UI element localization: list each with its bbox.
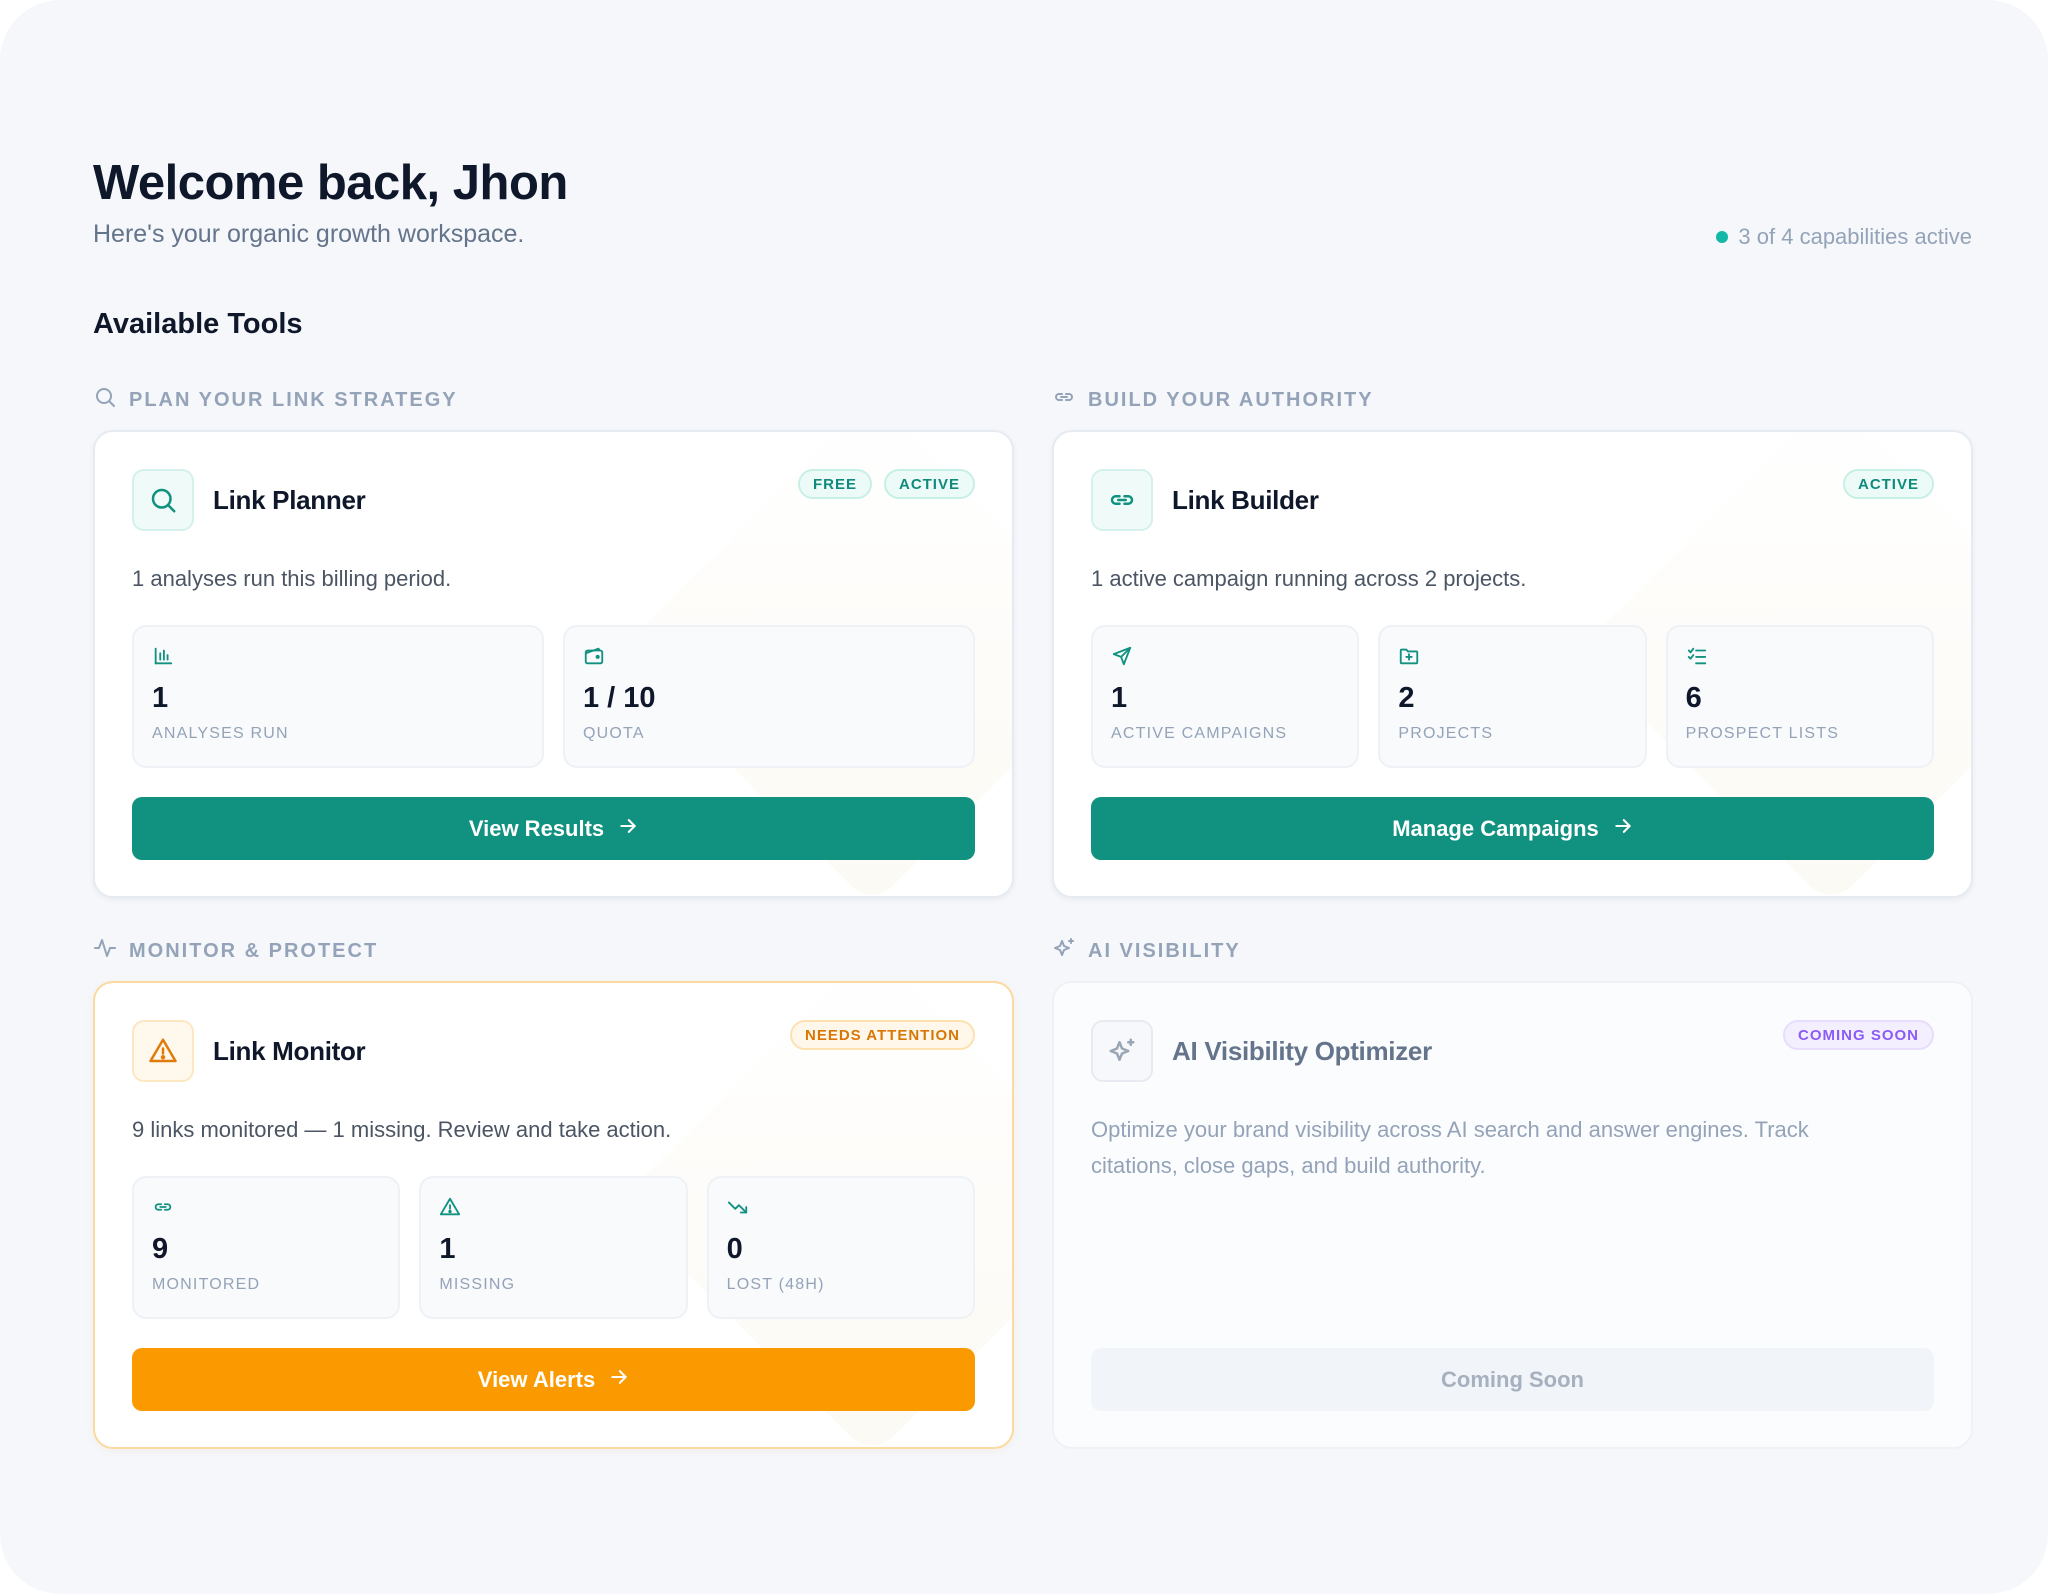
- group-label-monitor: MONITOR & PROTECT: [93, 936, 378, 966]
- list-checks-icon: [1686, 645, 1914, 672]
- page-subtitle: Here's your organic growth workspace.: [93, 220, 525, 248]
- stat-value: 1: [439, 1233, 456, 1265]
- stat-lost: 0 LOST (48H): [706, 1176, 975, 1319]
- link-icon: [1091, 469, 1153, 531]
- capabilities-text: 3 of 4 capabilities active: [1738, 224, 1972, 249]
- needs-attention-badge: NEEDS ATTENTION: [789, 1020, 975, 1050]
- stat-label: MONITORED: [152, 1276, 261, 1293]
- stat-value: 1: [1111, 682, 1128, 714]
- dashboard-page: Welcome back, Jhon Here's your organic g…: [0, 0, 2048, 1594]
- sparkles-icon: [1091, 1020, 1153, 1082]
- ai-visibility-card: AI Visibility Optimizer COMING SOON Opti…: [1052, 981, 1973, 1449]
- stat-missing: 1 MISSING: [419, 1176, 688, 1319]
- stat-label: PROJECTS: [1398, 725, 1494, 742]
- stat-value: 9: [152, 1233, 169, 1265]
- arrow-right-icon: [1613, 816, 1633, 842]
- view-results-button[interactable]: View Results: [132, 797, 975, 860]
- coming-soon-button: Coming Soon: [1091, 1348, 1934, 1411]
- card-title: AI Visibility Optimizer: [1172, 1035, 1432, 1066]
- stat-prospect-lists: 6 PROSPECT LISTS: [1665, 625, 1934, 768]
- stat-quota: 1 / 10 QUOTA: [563, 625, 975, 768]
- send-icon: [1111, 645, 1339, 672]
- page-header: Welcome back, Jhon Here's your organic g…: [93, 154, 1972, 264]
- link-builder-card: Link Builder ACTIVE 1 active campaign ru…: [1052, 430, 1973, 898]
- alert-triangle-icon: [439, 1196, 667, 1223]
- stat-value: 2: [1398, 682, 1415, 714]
- stat-label: MISSING: [439, 1276, 516, 1293]
- view-alerts-button[interactable]: View Alerts: [132, 1348, 975, 1411]
- folder-plus-icon: [1398, 645, 1626, 672]
- card-title: Link Planner: [213, 484, 366, 515]
- card-title: Link Monitor: [213, 1035, 366, 1066]
- stat-label: PROSPECT LISTS: [1685, 725, 1840, 742]
- link-monitor-card: Link Monitor NEEDS ATTENTION 9 links mon…: [93, 981, 1014, 1449]
- stat-value: 1: [152, 682, 169, 714]
- wallet-icon: [583, 645, 955, 672]
- arrow-right-icon: [609, 1367, 629, 1393]
- card-title: Link Builder: [1172, 484, 1319, 515]
- group-label-ai-visibility: AI VISIBILITY: [1052, 936, 1241, 966]
- section-title: Available Tools: [93, 308, 303, 340]
- sparkles-icon: [1052, 936, 1076, 966]
- active-badge: ACTIVE: [1842, 469, 1934, 499]
- link-planner-card: Link Planner FREE ACTIVE 1 analyses run …: [93, 430, 1014, 898]
- trending-down-icon: [727, 1196, 955, 1223]
- group-label-build: BUILD YOUR AUTHORITY: [1052, 385, 1374, 415]
- active-badge: ACTIVE: [883, 469, 975, 499]
- card-description: 1 active campaign running across 2 proje…: [1091, 566, 1527, 591]
- search-icon: [132, 469, 194, 531]
- stat-label: ACTIVE CAMPAIGNS: [1111, 725, 1288, 742]
- bar-chart-icon: [152, 645, 524, 672]
- card-description: Optimize your brand visibility across AI…: [1091, 1117, 1809, 1178]
- stat-label: ANALYSES RUN: [152, 725, 289, 742]
- stat-projects: 2 PROJECTS: [1378, 625, 1647, 768]
- card-description: 9 links monitored — 1 missing. Review an…: [132, 1117, 672, 1142]
- stat-monitored: 9 MONITORED: [132, 1176, 401, 1319]
- coming-soon-badge: COMING SOON: [1782, 1020, 1934, 1050]
- stat-analyses-run: 1 ANALYSES RUN: [132, 625, 544, 768]
- status-dot-icon: [1716, 231, 1729, 243]
- arrow-right-icon: [618, 816, 638, 842]
- alert-triangle-icon: [132, 1020, 194, 1082]
- search-icon: [93, 385, 117, 415]
- activity-icon: [93, 936, 117, 966]
- stat-label: LOST (48H): [726, 1276, 825, 1293]
- link-icon: [1052, 385, 1076, 415]
- stat-value: 1 / 10: [583, 682, 656, 714]
- capabilities-status: 3 of 4 capabilities active: [1716, 224, 1972, 250]
- card-description: 1 analyses run this billing period.: [132, 566, 452, 591]
- link-icon: [152, 1196, 380, 1223]
- group-label-plan: PLAN YOUR LINK STRATEGY: [93, 385, 458, 415]
- stat-value: 0: [726, 1233, 743, 1265]
- free-badge: FREE: [797, 469, 872, 499]
- page-title: Welcome back, Jhon: [93, 156, 568, 210]
- stat-value: 6: [1685, 682, 1702, 714]
- stat-label: QUOTA: [583, 725, 645, 742]
- manage-campaigns-button[interactable]: Manage Campaigns: [1091, 797, 1934, 860]
- stat-active-campaigns: 1 ACTIVE CAMPAIGNS: [1091, 625, 1360, 768]
